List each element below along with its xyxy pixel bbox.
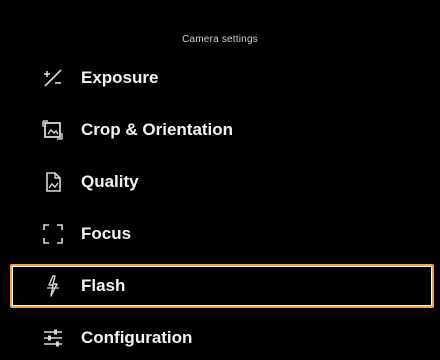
page-title: Camera settings bbox=[182, 34, 258, 45]
quality-icon bbox=[42, 171, 64, 193]
flash-icon bbox=[42, 275, 64, 297]
menu-item-label: Quality bbox=[81, 172, 139, 191]
menu-item-exposure[interactable]: Exposure bbox=[10, 52, 434, 104]
camera-settings-screen: Camera settings Exposure Crop & Orientat… bbox=[0, 0, 440, 360]
focus-icon bbox=[42, 223, 64, 245]
menu-item-configuration[interactable]: Configuration bbox=[10, 312, 434, 360]
menu-item-flash[interactable]: Flash bbox=[10, 264, 434, 308]
crop-icon bbox=[42, 119, 64, 141]
menu-item-quality[interactable]: Quality bbox=[10, 156, 434, 208]
menu-item-focus[interactable]: Focus bbox=[10, 208, 434, 260]
settings-menu: Exposure Crop & Orientation Quality Focu… bbox=[0, 52, 440, 360]
exposure-icon bbox=[42, 67, 64, 89]
menu-item-label: Focus bbox=[81, 224, 132, 243]
configuration-icon bbox=[42, 327, 64, 349]
menu-item-label: Exposure bbox=[81, 68, 159, 87]
menu-item-crop-orientation[interactable]: Crop & Orientation bbox=[10, 104, 434, 156]
menu-item-label: Flash bbox=[81, 276, 126, 295]
menu-item-label: Crop & Orientation bbox=[81, 120, 234, 139]
menu-item-label: Configuration bbox=[81, 328, 193, 347]
